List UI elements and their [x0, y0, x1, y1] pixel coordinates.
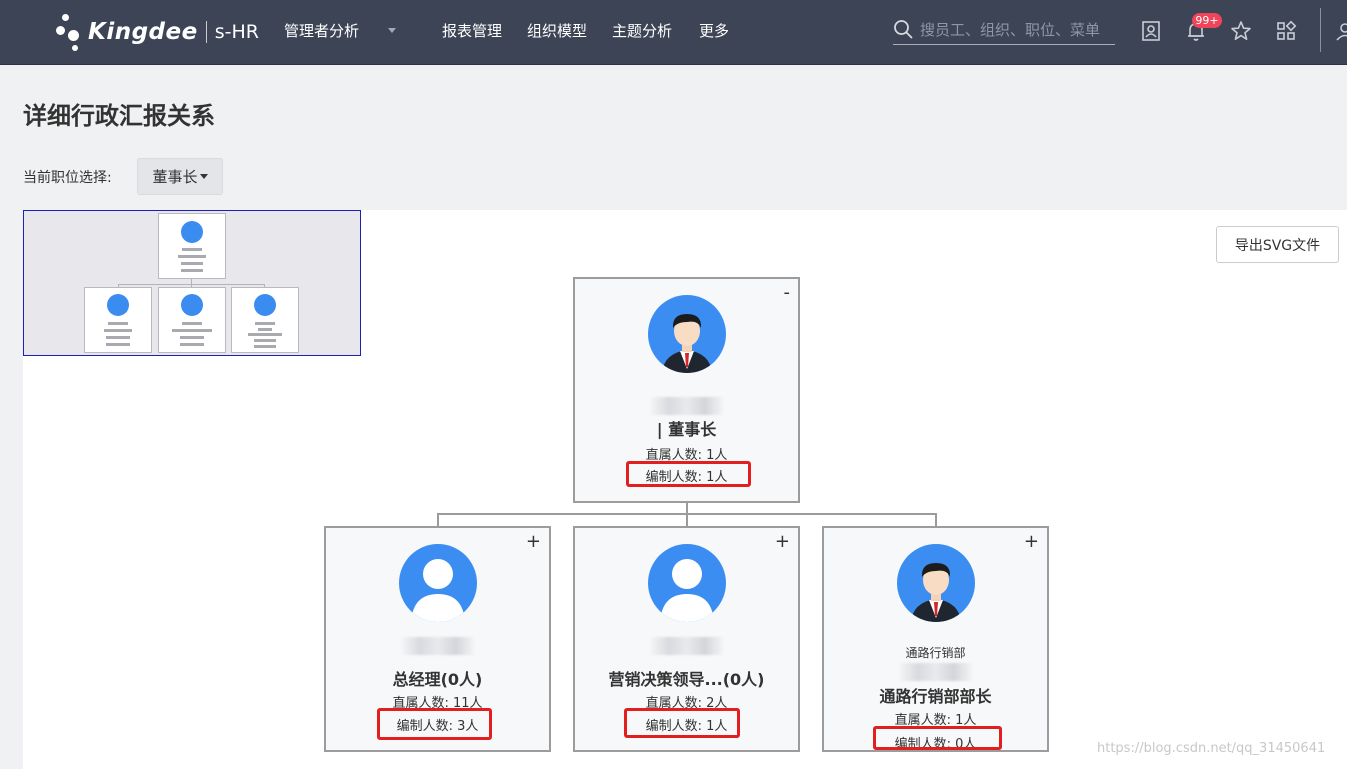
nav-theme-analysis[interactable]: 主题分析: [612, 20, 672, 41]
chevron-down-icon[interactable]: [388, 28, 396, 33]
nav-more[interactable]: 更多: [699, 20, 729, 41]
node-position-title: 通路行销部部长: [879, 687, 992, 706]
global-search: [893, 17, 1115, 45]
headcount-highlight: [626, 461, 751, 487]
kingdee-logo[interactable]: Kingdee s-HR: [56, 10, 259, 54]
apps-grid-icon[interactable]: [1274, 19, 1298, 43]
position-select-value: 董事长: [152, 168, 198, 186]
minimap-avatar: [254, 294, 276, 316]
org-chart-minimap[interactable]: [23, 210, 361, 356]
search-input[interactable]: [920, 18, 1112, 42]
blurred-name: [650, 397, 723, 415]
blurred-name: [899, 663, 972, 681]
notification-badge: 99+: [1192, 13, 1222, 28]
default-avatar-icon: [647, 544, 726, 622]
watermark-text: https://blog.csdn.net/qq_31450641: [1097, 741, 1326, 756]
headcount-highlight: [377, 708, 492, 740]
minimap-avatar: [181, 294, 203, 316]
minimap-avatar: [181, 221, 203, 243]
minimap-node-root: [158, 213, 226, 279]
expand-node-button[interactable]: +: [775, 532, 790, 552]
node-department: 通路行销部: [905, 646, 966, 660]
default-avatar-icon: [398, 544, 477, 622]
headcount-highlight: [873, 726, 1002, 750]
position-select-label: 当前职位选择:: [23, 170, 112, 186]
expand-node-button[interactable]: +: [526, 532, 541, 552]
person-avatar-icon: [896, 544, 975, 622]
position-select[interactable]: 董事长: [137, 158, 223, 195]
org-connector: [935, 513, 937, 527]
headcount-highlight: [624, 708, 740, 738]
node-position-title: | 董事长: [656, 420, 717, 439]
blurred-name: [401, 637, 474, 655]
logo-text: Kingdee: [88, 19, 198, 45]
blurred-name: [650, 637, 723, 655]
nav-report-management[interactable]: 报表管理: [442, 20, 502, 41]
minimap-avatar: [107, 294, 129, 316]
toolbar-divider: [1320, 8, 1321, 52]
nav-manager-analysis[interactable]: 管理者分析: [284, 20, 359, 41]
org-connector: [686, 513, 688, 527]
top-nav-bar: Kingdee s-HR 管理者分析 报表管理 组织模型 主题分析 更多 99+: [0, 0, 1347, 65]
user-icon[interactable]: [1335, 19, 1347, 43]
nav-org-model[interactable]: 组织模型: [527, 20, 587, 41]
logo-dots-icon: [56, 12, 84, 52]
export-svg-button[interactable]: 导出SVG文件: [1216, 226, 1339, 263]
collapse-node-button[interactable]: -: [784, 283, 791, 303]
contact-card-icon[interactable]: [1139, 19, 1163, 43]
page-title: 详细行政汇报关系: [23, 102, 215, 130]
star-icon[interactable]: [1229, 19, 1253, 43]
caret-down-icon: [199, 174, 208, 179]
expand-node-button[interactable]: +: [1024, 532, 1039, 552]
person-avatar-icon: [647, 295, 726, 373]
node-position-title: 营销决策领导...(0人): [608, 670, 765, 689]
logo-subtitle: s-HR: [214, 21, 259, 43]
minimap-node-child: [231, 287, 299, 353]
minimap-node-child: [84, 287, 152, 353]
minimap-node-child: [158, 287, 226, 353]
org-connector: [437, 513, 439, 527]
logo-separator: [205, 21, 207, 43]
org-node-channel-marketing[interactable]: + 通路行销部 通路行销部部长 直属人数: 1人 编制人数: 0人: [822, 526, 1049, 752]
search-icon[interactable]: [893, 19, 913, 39]
node-position-title: 总经理(0人): [392, 670, 483, 689]
